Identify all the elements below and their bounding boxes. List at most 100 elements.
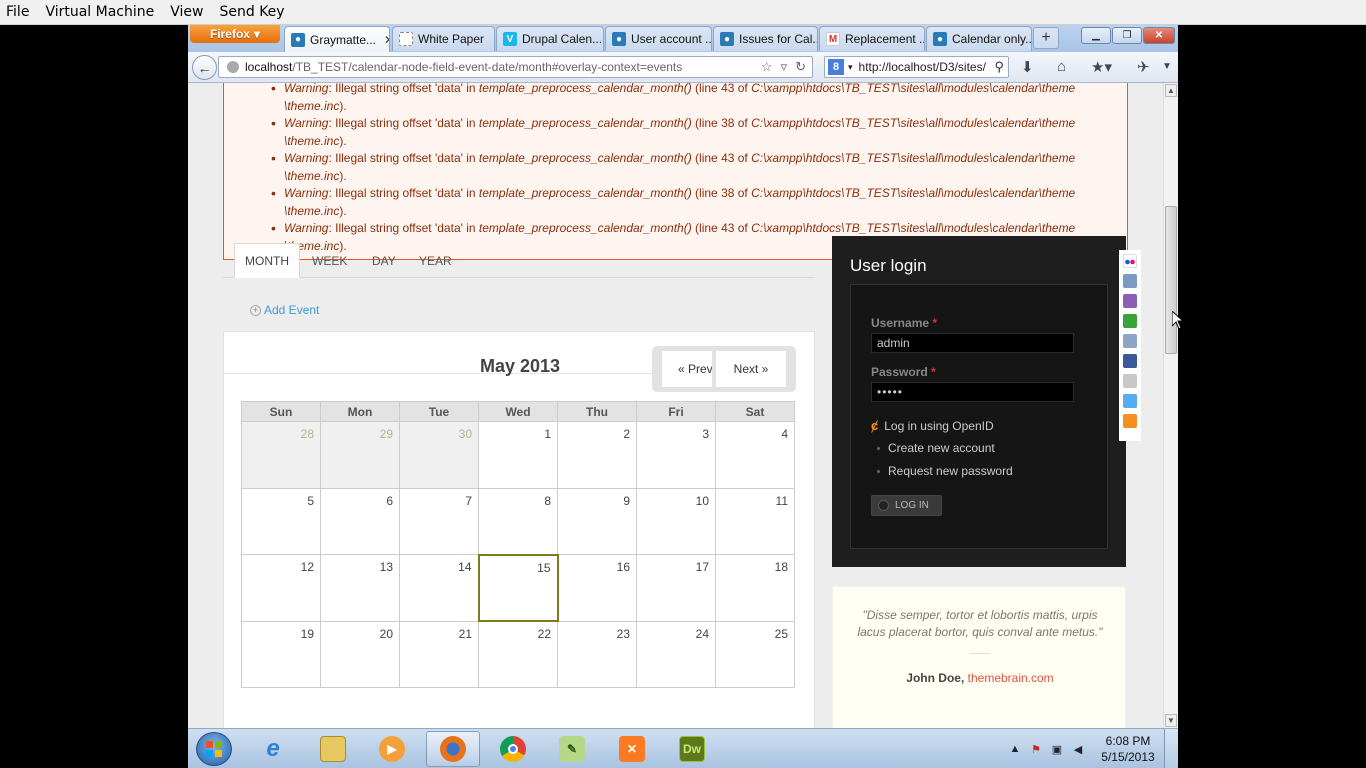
volume-icon[interactable]: ◀ xyxy=(1071,742,1085,756)
calendar-day-cell[interactable]: 10 xyxy=(636,487,716,555)
username-field[interactable]: admin xyxy=(871,333,1074,353)
tab-drupal-calendar[interactable]: V Drupal Calen... xyxy=(496,26,604,51)
calendar-day-cell[interactable]: 18 xyxy=(715,554,795,622)
vm-menu-send-key[interactable]: Send Key xyxy=(211,0,292,24)
flickr-icon[interactable] xyxy=(1123,254,1137,268)
calendar-day-cell[interactable]: 30 xyxy=(399,421,479,489)
calendar-day-cell[interactable]: 11 xyxy=(715,487,795,555)
scrollbar-thumb[interactable] xyxy=(1165,206,1177,354)
facebook-icon[interactable] xyxy=(1123,354,1137,368)
google-icon[interactable]: 8 xyxy=(828,59,844,75)
calendar-day-cell[interactable]: 5 xyxy=(241,487,321,555)
calendar-day-cell[interactable]: 8 xyxy=(478,487,558,555)
calendar-day-cell[interactable]: 28 xyxy=(241,421,321,489)
calendar-day-cell-today[interactable]: 15 xyxy=(477,553,559,622)
delicious-icon[interactable] xyxy=(1123,374,1137,388)
home-icon[interactable]: ⌂ xyxy=(1057,58,1066,75)
calendar-day-cell[interactable]: 14 xyxy=(399,554,479,622)
openid-login-link[interactable]: ȼ Log in using OpenID xyxy=(871,418,994,433)
vm-menu-view[interactable]: View xyxy=(162,0,211,24)
create-account-link[interactable]: Create new account xyxy=(871,441,995,455)
tab-graymatter[interactable]: ● Graymatte... ✕ xyxy=(284,26,390,52)
calendar-day-cell[interactable]: 25 xyxy=(715,620,795,688)
search-engine-chevron-icon[interactable]: ▾ xyxy=(848,62,853,73)
calendar-day-cell[interactable]: 7 xyxy=(399,487,479,555)
calendar-day-cell[interactable]: 17 xyxy=(636,554,716,622)
chat-icon[interactable] xyxy=(1123,314,1137,328)
request-password-link[interactable]: Request new password xyxy=(871,464,1013,478)
vertical-scrollbar[interactable]: ▲ ▼ xyxy=(1163,83,1178,728)
history-dropdown-icon[interactable]: ▿ xyxy=(781,59,788,75)
minimize-button[interactable]: ▁ xyxy=(1081,27,1111,44)
calendar-day-cell[interactable]: 13 xyxy=(320,554,400,622)
calendar-day-cell[interactable]: 19 xyxy=(241,620,321,688)
tab-year[interactable]: YEAR xyxy=(409,243,462,278)
bookmarks-menu-icon[interactable]: ★▾ xyxy=(1091,58,1112,76)
rss-icon[interactable] xyxy=(1123,414,1137,428)
new-tab-button[interactable]: + xyxy=(1033,27,1059,49)
close-tab-icon[interactable]: ✕ xyxy=(376,33,389,47)
calendar-day-cell[interactable]: 2 xyxy=(557,421,637,489)
yahoo-icon[interactable] xyxy=(1123,294,1137,308)
calendar-day-cell[interactable]: 21 xyxy=(399,620,479,688)
restore-button[interactable]: ❐ xyxy=(1112,27,1142,44)
tab-replacement[interactable]: M Replacement ... xyxy=(819,26,925,51)
add-event-link[interactable]: + Add Event xyxy=(250,303,319,317)
calendar-day-cell[interactable]: 9 xyxy=(557,487,637,555)
calendar-day-cell[interactable]: 22 xyxy=(478,620,558,688)
action-center-icon[interactable]: ⚑ xyxy=(1029,742,1043,756)
bookmark-star-icon[interactable]: ☆ xyxy=(761,59,773,75)
reload-icon[interactable]: ↻ xyxy=(795,59,806,75)
password-field[interactable]: ••••• xyxy=(871,382,1074,402)
taskbar-file-explorer[interactable] xyxy=(306,731,360,767)
calendar-day-cell[interactable]: 20 xyxy=(320,620,400,688)
quote-author-link[interactable]: themebrain.com xyxy=(968,671,1054,685)
tab-month[interactable]: MONTH xyxy=(234,243,300,278)
calendar-day-cell[interactable]: 16 xyxy=(557,554,637,622)
search-bar[interactable]: 8 ▾ http://localhost/D3/sites/ ⚲ xyxy=(824,56,1009,78)
calendar-day-cell[interactable]: 1 xyxy=(478,421,558,489)
login-button[interactable]: LOG IN xyxy=(871,495,942,516)
calendar-day-cell[interactable]: 29 xyxy=(320,421,400,489)
email-icon[interactable] xyxy=(1123,274,1137,288)
menu-chevron-icon[interactable]: ▼ xyxy=(1162,61,1172,72)
firefox-menu-button[interactable]: Firefox ▾ xyxy=(190,25,280,43)
show-desktop-button[interactable] xyxy=(1164,729,1178,768)
close-window-button[interactable]: ✕ xyxy=(1143,27,1175,44)
calendar-day-cell[interactable]: 12 xyxy=(241,554,321,622)
tab-user-account[interactable]: ● User account ... xyxy=(605,26,712,51)
calendar-day-cell[interactable]: 3 xyxy=(636,421,716,489)
scroll-up-icon[interactable]: ▲ xyxy=(1165,84,1177,97)
calendar-day-cell[interactable]: 24 xyxy=(636,620,716,688)
download-icon[interactable]: ⬇ xyxy=(1021,58,1034,76)
tab-day[interactable]: DAY xyxy=(362,243,406,278)
taskbar-media-player[interactable]: ▶ xyxy=(365,731,419,767)
taskbar-chrome[interactable] xyxy=(486,731,540,767)
scroll-down-icon[interactable]: ▼ xyxy=(1165,714,1177,727)
twitter-icon[interactable] xyxy=(1123,394,1137,408)
share-icon[interactable] xyxy=(1123,334,1137,348)
network-icon[interactable]: ▣ xyxy=(1050,742,1064,756)
prev-month-button[interactable]: « Prev xyxy=(662,351,712,387)
next-month-button[interactable]: Next » xyxy=(716,351,786,387)
calendar-day-cell[interactable]: 4 xyxy=(715,421,795,489)
vm-menu-virtual-machine[interactable]: Virtual Machine xyxy=(37,0,162,24)
taskbar-dreamweaver[interactable]: Dw xyxy=(665,731,719,767)
search-icon[interactable]: ⚲ xyxy=(994,59,1004,75)
taskbar-notepad-plus[interactable]: ✎ xyxy=(545,731,599,767)
taskbar-internet-explorer[interactable]: e xyxy=(246,731,300,767)
addon-icon[interactable]: ✈ xyxy=(1137,58,1150,76)
show-hidden-icons[interactable]: ▲ xyxy=(1008,742,1022,756)
tab-white-paper[interactable]: White Paper xyxy=(392,26,495,51)
tab-calendar-only[interactable]: ● Calendar only... xyxy=(926,26,1032,51)
tab-issues-for-calendar[interactable]: ● Issues for Cal... xyxy=(713,26,818,51)
tab-week[interactable]: WEEK xyxy=(302,243,357,278)
calendar-day-cell[interactable]: 6 xyxy=(320,487,400,555)
url-bar[interactable]: localhost/TB_TEST/calendar-node-field-ev… xyxy=(218,56,813,78)
back-button[interactable]: ← xyxy=(192,55,217,80)
calendar-day-cell[interactable]: 23 xyxy=(557,620,637,688)
taskbar-xampp[interactable]: ✕ xyxy=(605,731,659,767)
vm-menu-file[interactable]: File xyxy=(0,0,37,24)
start-button[interactable] xyxy=(196,732,232,766)
taskbar-firefox[interactable] xyxy=(426,731,480,767)
